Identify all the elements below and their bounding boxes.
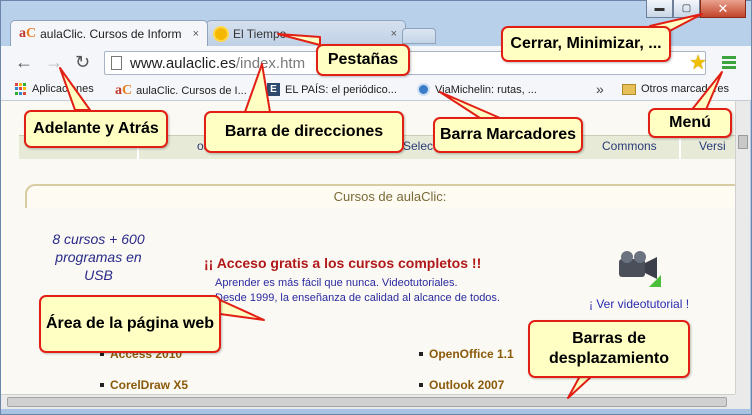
callout-menu: Menú: [648, 108, 732, 138]
callout-pestanas: Pestañas: [316, 44, 410, 76]
callout-page-area: Área de la página web: [39, 295, 221, 353]
callout-scrollbars: Barras de desplazamiento: [528, 320, 690, 378]
callout-address-bar: Barra de direcciones: [204, 111, 404, 153]
callout-window-controls: Cerrar, Minimizar, ...: [501, 26, 671, 62]
callout-navigation: Adelante y Atrás: [24, 110, 168, 148]
callout-bookmarks-bar: Barra Marcadores: [433, 117, 583, 153]
